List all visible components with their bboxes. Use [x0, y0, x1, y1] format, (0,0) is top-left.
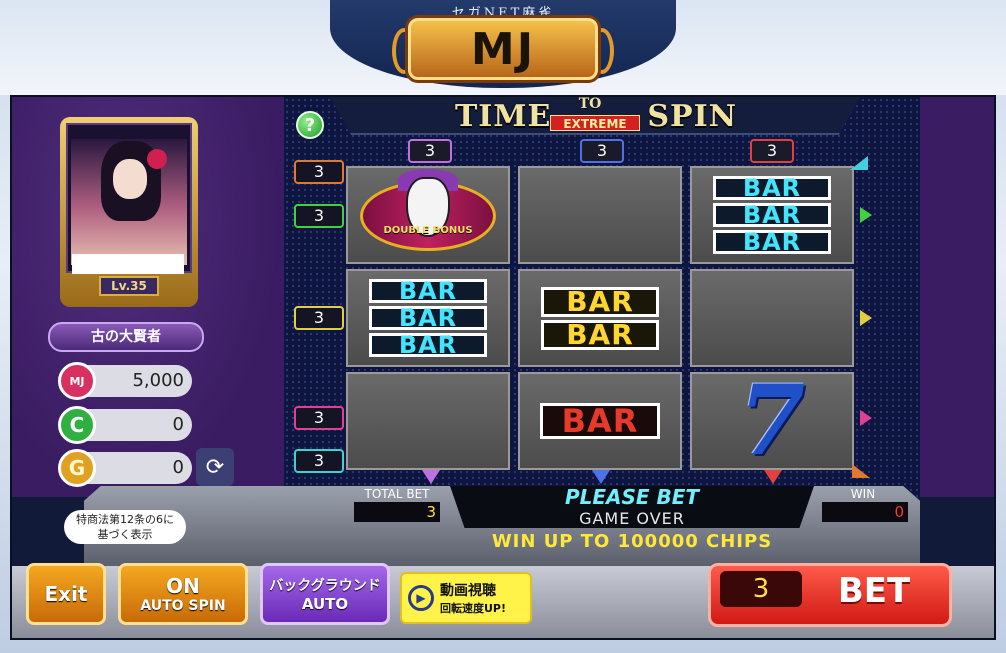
seven-symbol: 7 [738, 364, 806, 477]
triple-bar-symbol: BAR BAR BAR [713, 174, 831, 256]
column-bet-badge: 3 [750, 139, 794, 163]
right-decor-strip [920, 97, 994, 497]
title-to: TO [578, 96, 602, 112]
payline-tag: 3 [294, 160, 344, 184]
watch-video-button[interactable]: ▶ 動画視聴 回転速度UP! [400, 572, 532, 624]
status-message: PLEASE BET [564, 485, 700, 509]
bet-count: 3 [720, 571, 802, 607]
flower-icon [147, 149, 167, 169]
background-mode-button[interactable]: バックグラウンド AUTO [260, 563, 390, 625]
total-bet-label: TOTAL BET [364, 487, 430, 501]
payline-tag: 3 [294, 204, 344, 228]
title-spin: SPIN [647, 98, 738, 134]
triple-bar-symbol: BAR BAR BAR [369, 277, 487, 359]
reel-cell [518, 166, 682, 264]
payline-arrow-icon [860, 207, 872, 223]
double-bonus-symbol: DOUBLE BONUS [360, 169, 496, 255]
payline-tag: 3 [294, 406, 344, 430]
play-icon: ▶ [408, 585, 434, 611]
level-badge: Lv.35 [99, 276, 159, 296]
help-button[interactable]: ? [296, 111, 324, 139]
reel-cell [690, 269, 854, 367]
title-time: TIME [454, 98, 552, 134]
win-label: WIN [850, 487, 876, 501]
title-extreme: EXTREME [550, 115, 640, 131]
payline-arrow-icon [860, 410, 872, 426]
avatar [66, 123, 192, 273]
payline-arrow-icon [860, 310, 872, 326]
payline-tag: 3 [294, 306, 344, 330]
mj-points-icon: MJ [58, 362, 96, 400]
promo-text: WIN UP TO 100000 CHIPS [491, 531, 773, 552]
total-bet-value: 3 [354, 502, 440, 522]
payline-tag: 3 [294, 449, 344, 473]
auto-spin-button[interactable]: ON AUTO SPIN [118, 563, 248, 625]
avatar-name-plate [72, 254, 184, 274]
column-bet-badge: 3 [408, 139, 452, 163]
avatar-image [71, 139, 187, 265]
reel-cell: BAR BAR BAR [346, 269, 510, 367]
coin-icon: C [58, 406, 96, 444]
reel-cell: BAR BAR BAR [690, 166, 854, 264]
gold-icon: G [58, 449, 96, 487]
column-bet-badge: 3 [580, 139, 624, 163]
reel-cell: BAR [518, 372, 682, 470]
refresh-icon: ⟳ [205, 454, 225, 480]
reel-cell: 7 [690, 372, 854, 470]
player-title-badge: 古の大賢者 [48, 322, 204, 352]
status-submessage: GAME OVER [579, 509, 685, 528]
reel-cell [346, 372, 510, 470]
reel-cell: BAR BAR [518, 269, 682, 367]
double-bar-symbol: BAR BAR [541, 285, 659, 351]
exit-button[interactable]: Exit [26, 563, 106, 625]
reel-cell: DOUBLE BONUS [346, 166, 510, 264]
mj-logo: MJ [408, 18, 598, 80]
refresh-button[interactable]: ⟳ [196, 448, 234, 486]
avatar-face [113, 159, 147, 199]
legal-note-link[interactable]: 特商法第12条の6に 基づく表示 [64, 510, 186, 544]
win-value: 0 [822, 502, 908, 522]
bet-label[interactable]: BET [810, 566, 938, 616]
single-bar-symbol: BAR [540, 402, 660, 440]
